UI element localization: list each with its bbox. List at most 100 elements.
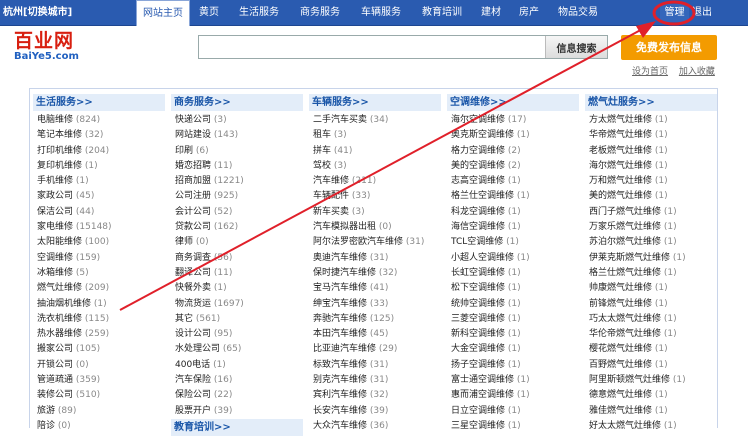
item-name[interactable]: 三星空调维修: [451, 421, 505, 431]
list-item[interactable]: 奔驰汽车维修 (125): [313, 312, 441, 327]
item-name[interactable]: 宾利汽车维修: [313, 390, 367, 400]
list-item[interactable]: 网站建设 (143): [175, 128, 303, 143]
list-item[interactable]: 美的燃气灶维修 (1): [589, 189, 717, 204]
item-name[interactable]: 快递公司: [175, 115, 211, 125]
item-name[interactable]: 长安汽车维修: [313, 406, 367, 416]
list-item[interactable]: 统帅空调维修 (1): [451, 297, 579, 312]
list-item[interactable]: 扬子空调维修 (1): [451, 358, 579, 373]
item-name[interactable]: 雅佳燃气灶维修: [589, 406, 652, 416]
list-item[interactable]: 本田汽车维修 (45): [313, 327, 441, 342]
list-item[interactable]: 婚恋招聘 (11): [175, 159, 303, 174]
list-item[interactable]: 驾校 (3): [313, 159, 441, 174]
list-item[interactable]: 帅康燃气灶维修 (1): [589, 281, 717, 296]
list-item[interactable]: 西门子燃气灶维修 (1): [589, 205, 717, 220]
item-name[interactable]: 格力空调维修: [451, 146, 505, 156]
item-name[interactable]: 装修公司: [37, 390, 73, 400]
list-item[interactable]: 管道疏通 (359): [37, 373, 165, 388]
list-item[interactable]: 车辆配件 (33): [313, 189, 441, 204]
item-name[interactable]: 日立空调维修: [451, 406, 505, 416]
list-item[interactable]: 长虹空调维修 (1): [451, 266, 579, 281]
item-name[interactable]: 西门子燃气灶维修: [589, 207, 661, 217]
list-item[interactable]: 快递公司 (3): [175, 113, 303, 128]
item-name[interactable]: 商务调查: [175, 253, 211, 263]
list-item[interactable]: 比亚迪汽车维修 (29): [313, 342, 441, 357]
list-item[interactable]: 万和燃气灶维修 (1): [589, 174, 717, 189]
item-name[interactable]: 绅宝汽车维修: [313, 299, 367, 309]
list-item[interactable]: 三星空调维修 (1): [451, 419, 579, 434]
item-name[interactable]: 格兰仕空调维修: [451, 191, 514, 201]
item-name[interactable]: 三菱空调维修: [451, 314, 505, 324]
item-name[interactable]: 惠而浦空调维修: [451, 390, 514, 400]
list-item[interactable]: 海尔燃气灶维修 (1): [589, 159, 717, 174]
item-name[interactable]: 标致汽车维修: [313, 360, 367, 370]
item-name[interactable]: 比亚迪汽车维修: [313, 344, 376, 354]
item-name[interactable]: 搬家公司: [37, 344, 73, 354]
category-heading[interactable]: 教育培训>>: [171, 418, 303, 436]
item-name[interactable]: 别克汽车维修: [313, 375, 367, 385]
list-item[interactable]: 华帝燃气灶维修 (1): [589, 128, 717, 143]
list-item[interactable]: 会计公司 (52): [175, 205, 303, 220]
item-name[interactable]: 帅康燃气灶维修: [589, 283, 652, 293]
item-name[interactable]: 格兰仕燃气灶维修: [589, 268, 661, 278]
item-name[interactable]: 志高空调维修: [451, 176, 505, 186]
list-item[interactable]: 设计公司 (95): [175, 327, 303, 342]
nav-vehicle-services[interactable]: 车辆服务: [350, 0, 412, 26]
list-item[interactable]: 手机维修 (1): [37, 174, 165, 189]
list-item[interactable]: 苏泊尔燃气灶维修 (1): [589, 235, 717, 250]
list-item[interactable]: 洗衣机维修 (115): [37, 312, 165, 327]
item-name[interactable]: 松下空调维修: [451, 283, 505, 293]
list-item[interactable]: 绅宝汽车维修 (33): [313, 297, 441, 312]
list-item[interactable]: 商务调查 (56): [175, 251, 303, 266]
item-name[interactable]: 新车买卖: [313, 207, 349, 217]
item-name[interactable]: 小超人空调维修: [451, 253, 514, 263]
list-item[interactable]: 抽油烟机维修 (1): [37, 297, 165, 312]
list-item[interactable]: 家政公司 (45): [37, 189, 165, 204]
item-name[interactable]: 旅游: [37, 406, 55, 416]
list-item[interactable]: 方太燃气灶维修 (1): [589, 113, 717, 128]
list-item[interactable]: 笔记本维修 (32): [37, 128, 165, 143]
list-item[interactable]: 太阳能维修 (100): [37, 235, 165, 250]
list-item[interactable]: 长安汽车维修 (39): [313, 404, 441, 419]
item-name[interactable]: 富士通空调维修: [451, 375, 514, 385]
item-name[interactable]: 婚恋招聘: [175, 161, 211, 171]
item-name[interactable]: 网站建设: [175, 130, 211, 140]
list-item[interactable]: 惠而浦空调维修 (1): [451, 388, 579, 403]
item-name[interactable]: 会计公司: [175, 207, 211, 217]
item-name[interactable]: 冰箱维修: [37, 268, 73, 278]
item-name[interactable]: 奥迪汽车维修: [313, 253, 367, 263]
item-name[interactable]: 陪诊: [37, 421, 55, 431]
item-name[interactable]: 巧太太燃气灶维修: [589, 314, 661, 324]
item-name[interactable]: 阿尔法罗密欧汽车维修: [313, 237, 403, 247]
list-item[interactable]: 雅佳燃气灶维修 (1): [589, 404, 717, 419]
list-item[interactable]: 400电话 (1): [175, 358, 303, 373]
item-name[interactable]: 燃气灶维修: [37, 283, 82, 293]
list-item[interactable]: 新车买卖 (3): [313, 205, 441, 220]
list-item[interactable]: 热水器维修 (259): [37, 327, 165, 342]
list-item[interactable]: 贷款公司 (162): [175, 220, 303, 235]
list-item[interactable]: 奥迪汽车维修 (31): [313, 251, 441, 266]
list-item[interactable]: 保险公司 (22): [175, 388, 303, 403]
list-item[interactable]: 物流货运 (1697): [175, 297, 303, 312]
nav-home[interactable]: 网站主页: [136, 0, 190, 26]
item-name[interactable]: 贷款公司: [175, 222, 211, 232]
item-name[interactable]: 保洁公司: [37, 207, 73, 217]
list-item[interactable]: 宾利汽车维修 (32): [313, 388, 441, 403]
list-item[interactable]: 日立空调维修 (1): [451, 404, 579, 419]
item-name[interactable]: 家电维修: [37, 222, 73, 232]
item-name[interactable]: 好太太燃气灶维修: [589, 421, 661, 431]
list-item[interactable]: 格兰仕空调维修 (1): [451, 189, 579, 204]
list-item[interactable]: 大众汽车维修 (36): [313, 419, 441, 434]
list-item[interactable]: 汽车模拟器出租 (0): [313, 220, 441, 235]
list-item[interactable]: 装修公司 (510): [37, 388, 165, 403]
item-name[interactable]: 华伦帝燃气灶维修: [589, 329, 661, 339]
item-name[interactable]: 阿里斯顿燃气灶维修: [589, 375, 670, 385]
item-name[interactable]: 扬子空调维修: [451, 360, 505, 370]
list-item[interactable]: 阿尔法罗密欧汽车维修 (31): [313, 235, 441, 250]
item-name[interactable]: 印刷: [175, 146, 193, 156]
item-name[interactable]: 租车: [313, 130, 331, 140]
item-name[interactable]: 长虹空调维修: [451, 268, 505, 278]
item-name[interactable]: 新科空调维修: [451, 329, 505, 339]
site-logo[interactable]: 百业网 BaiYe5.com: [14, 31, 124, 63]
list-item[interactable]: 巧太太燃气灶维修 (1): [589, 312, 717, 327]
item-name[interactable]: 拼车: [313, 146, 331, 156]
